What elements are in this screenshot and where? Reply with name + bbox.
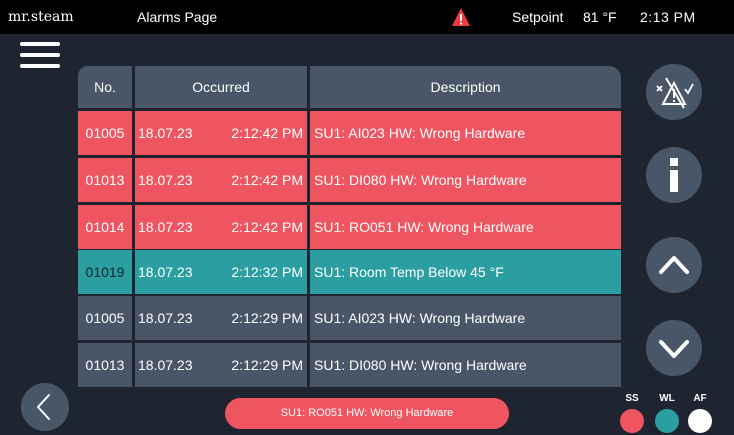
- column-header-occurred: Occurred: [135, 66, 307, 108]
- table-row[interactable]: 01013 18.07.23 2:12:29 PM SU1: DI080 HW:…: [78, 343, 621, 387]
- alarm-description: SU1: DI080 HW: Wrong Hardware: [310, 158, 621, 202]
- indicator-label-af: AF: [693, 393, 707, 404]
- table-row[interactable]: 01014 18.07.23 2:12:42 PM SU1: RO051 HW:…: [78, 205, 621, 249]
- alarm-description: SU1: RO051 HW: Wrong Hardware: [310, 205, 621, 249]
- info-button[interactable]: [646, 147, 702, 203]
- indicator-dot-af: [688, 409, 712, 433]
- alarm-occurred: 18.07.23 2:12:42 PM: [135, 205, 307, 249]
- setpoint-label: Setpoint: [512, 9, 564, 25]
- chevron-up-icon: [659, 256, 689, 274]
- page-title: Alarms Page: [137, 9, 218, 25]
- brand-name: mr.steam: [8, 9, 74, 25]
- chevron-down-icon: [659, 340, 689, 358]
- indicator-label-ss: SS: [625, 393, 639, 404]
- top-status-bar: mr.steam Alarms Page Setpoint 81 °F 2:13…: [0, 0, 734, 34]
- scroll-up-button[interactable]: [646, 237, 702, 293]
- hamburger-menu-icon[interactable]: [20, 42, 62, 68]
- alarm-description: SU1: Room Temp Below 45 °F: [310, 250, 621, 294]
- chevron-left-icon: [37, 394, 50, 420]
- info-icon: [670, 158, 678, 192]
- alarm-date: 18.07.23: [138, 125, 193, 141]
- table-row[interactable]: 01005 18.07.23 2:12:42 PM SU1: AI023 HW:…: [78, 111, 621, 155]
- alarm-occurred: 18.07.23 2:12:42 PM: [135, 111, 307, 155]
- alarm-date: 18.07.23: [138, 219, 193, 235]
- table-row[interactable]: 01005 18.07.23 2:12:29 PM SU1: AI023 HW:…: [78, 296, 621, 340]
- clock-time: 2:13 PM: [640, 9, 696, 25]
- alarm-date: 18.07.23: [138, 310, 193, 326]
- alarm-number: 01005: [78, 296, 132, 340]
- warning-triangle-icon[interactable]: [451, 7, 471, 27]
- column-header-description: Description: [310, 66, 621, 108]
- table-header: No. Occurred Description: [78, 66, 621, 108]
- setpoint-value: 81 °F: [583, 9, 617, 25]
- alarm-occurred: 18.07.23 2:12:29 PM: [135, 343, 307, 387]
- alarm-date: 18.07.23: [138, 264, 193, 280]
- alarm-number: 01005: [78, 111, 132, 155]
- current-alarm-banner[interactable]: SU1: RO051 HW: Wrong Hardware: [225, 398, 509, 429]
- alarm-reset-button[interactable]: [646, 64, 702, 120]
- alarm-number: 01014: [78, 205, 132, 249]
- indicator-dot-wl: [655, 409, 679, 433]
- alarm-time: 2:12:29 PM: [231, 310, 303, 326]
- column-header-no: No.: [78, 66, 132, 108]
- alarm-date: 18.07.23: [138, 357, 193, 373]
- scroll-down-button[interactable]: [646, 320, 702, 376]
- alarm-date: 18.07.23: [138, 172, 193, 188]
- indicator-label-wl: WL: [659, 393, 675, 404]
- alarm-reset-icon: [656, 77, 694, 109]
- alarm-occurred: 18.07.23 2:12:32 PM: [135, 250, 307, 294]
- table-row[interactable]: 01013 18.07.23 2:12:42 PM SU1: DI080 HW:…: [78, 158, 621, 202]
- alarm-occurred: 18.07.23 2:12:42 PM: [135, 158, 307, 202]
- alarm-occurred: 18.07.23 2:12:29 PM: [135, 296, 307, 340]
- alarm-time: 2:12:42 PM: [231, 125, 303, 141]
- alarm-time: 2:12:42 PM: [231, 172, 303, 188]
- back-button[interactable]: [21, 383, 69, 431]
- table-row[interactable]: 01019 18.07.23 2:12:32 PM SU1: Room Temp…: [78, 250, 621, 294]
- alarm-description: SU1: AI023 HW: Wrong Hardware: [310, 296, 621, 340]
- alarm-description: SU1: AI023 HW: Wrong Hardware: [310, 111, 621, 155]
- indicator-dot-ss: [620, 409, 644, 433]
- alarm-number: 01013: [78, 343, 132, 387]
- alarm-time: 2:12:42 PM: [231, 219, 303, 235]
- alarm-time: 2:12:29 PM: [231, 357, 303, 373]
- alarm-description: SU1: DI080 HW: Wrong Hardware: [310, 343, 621, 387]
- alarm-number: 01019: [78, 250, 132, 294]
- alarm-time: 2:12:32 PM: [231, 264, 303, 280]
- alarm-number: 01013: [78, 158, 132, 202]
